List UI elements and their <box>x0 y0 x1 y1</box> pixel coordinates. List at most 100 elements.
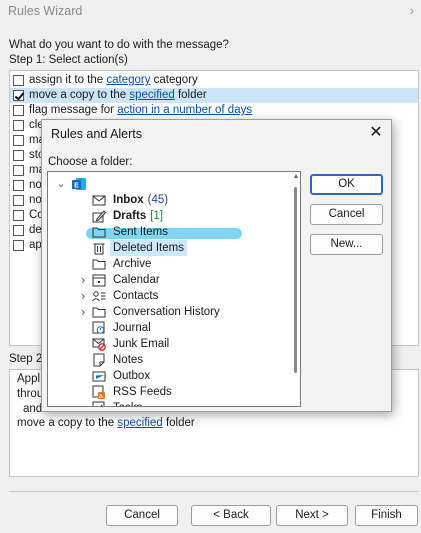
chevron-right-icon[interactable]: › <box>78 304 88 320</box>
svg-text:E: E <box>74 182 79 189</box>
folder-item[interactable]: Archive <box>48 256 288 272</box>
action-text: de <box>29 224 42 236</box>
folder-item[interactable]: Deleted Items <box>48 240 288 256</box>
action-checkbox[interactable] <box>13 195 24 206</box>
folder-item[interactable]: Outbox <box>48 368 288 384</box>
folder-item[interactable]: Journal <box>48 320 288 336</box>
action-item[interactable]: move a copy to the specified folder <box>10 88 418 103</box>
description-text: move a copy to the <box>17 417 118 429</box>
folder-item[interactable]: Tasks <box>48 400 288 406</box>
folder-name: Junk Email <box>113 338 170 350</box>
folder-icon <box>92 257 106 271</box>
folder-name: Sent Items <box>113 226 168 238</box>
unread-count: (45) <box>147 194 169 206</box>
chevron-right-icon[interactable]: › <box>78 288 88 304</box>
folder-name: Deleted Items <box>113 242 184 254</box>
folder-name: Drafts <box>113 210 147 222</box>
folder-item[interactable]: Junk Email <box>48 336 288 352</box>
calendar-icon <box>92 273 106 287</box>
action-label: flag message for action in a number of d… <box>29 103 252 118</box>
journal-icon <box>92 321 106 335</box>
action-checkbox[interactable] <box>13 210 24 221</box>
action-checkbox[interactable] <box>13 135 24 146</box>
action-checkbox[interactable] <box>13 75 24 86</box>
action-checkbox[interactable] <box>13 90 24 101</box>
folder-label: Archive <box>113 256 151 272</box>
folder-name: Conversation History <box>113 306 220 318</box>
chevron-right-icon[interactable]: › <box>78 272 88 288</box>
action-checkbox[interactable] <box>13 120 24 131</box>
mailbox-root[interactable]: ⌄ E <box>48 176 288 192</box>
trash-icon <box>92 241 106 255</box>
folder-item[interactable]: › Contacts <box>48 288 288 304</box>
folder-label: Outbox <box>113 368 150 384</box>
action-text: move a copy to the <box>29 89 130 101</box>
separator <box>9 491 419 492</box>
action-text: category <box>150 74 198 86</box>
finish-button[interactable]: Finish <box>355 505 418 526</box>
description-line-action: move a copy to the specified folder <box>17 417 195 429</box>
ok-button[interactable]: OK <box>310 174 383 195</box>
drafts-icon <box>92 209 107 223</box>
action-checkbox[interactable] <box>13 150 24 161</box>
scrollbar[interactable]: ▲ <box>292 173 300 405</box>
action-checkbox[interactable] <box>13 225 24 236</box>
folder-name: Notes <box>113 354 144 366</box>
action-text: folder <box>174 89 207 101</box>
folder-item[interactable]: Inbox (45) <box>48 192 288 208</box>
folder-name: Contacts <box>113 290 159 302</box>
folder-label: Notes <box>113 352 143 368</box>
folder-item[interactable]: › Conversation History <box>48 304 288 320</box>
description-line: throu <box>17 388 44 400</box>
folder-name: Outbox <box>113 370 151 382</box>
folder-name: Tasks <box>113 402 142 406</box>
choose-folder-dialog: Rules and Alerts ✕ Choose a folder: ⌄ E … <box>41 119 392 412</box>
action-text: flag message for <box>29 104 118 116</box>
action-link[interactable]: action in a number of days <box>117 104 252 116</box>
wizard-question: What do you want to do with the message? <box>9 39 229 51</box>
chevron-right-icon[interactable]: › <box>405 2 419 18</box>
folder-item[interactable]: Notes <box>48 352 288 368</box>
action-checkbox[interactable] <box>13 240 24 251</box>
folder-label: Junk Email <box>113 336 169 352</box>
folder-tree[interactable]: ⌄ E Inbox (45) Drafts [1] Sent Items Deleted … <box>47 171 301 407</box>
close-icon[interactable]: ✕ <box>368 124 384 142</box>
wizard-cancel-button[interactable]: Cancel <box>106 505 178 526</box>
folder-label: Inbox (45) <box>113 192 168 208</box>
step1-label: Step 1: Select action(s) <box>9 54 128 66</box>
junk-icon <box>92 337 106 351</box>
folder-item[interactable]: › Calendar <box>48 272 288 288</box>
folder-label: Calendar <box>113 272 160 288</box>
action-checkbox[interactable] <box>13 165 24 176</box>
outbox-icon <box>92 369 106 383</box>
description-text: folder <box>162 417 195 429</box>
action-link[interactable]: specified <box>129 89 174 101</box>
dialog-cancel-button[interactable]: Cancel <box>310 204 383 225</box>
folder-item[interactable]: Drafts [1] <box>48 208 288 224</box>
action-item[interactable]: assign it to the category category <box>10 73 418 88</box>
description-line: and <box>23 403 43 415</box>
scrollbar-thumb[interactable] <box>294 187 297 373</box>
back-button[interactable]: < Back <box>191 505 271 526</box>
folder-name: Inbox <box>113 194 144 206</box>
specified-folder-link[interactable]: specified <box>117 417 162 429</box>
action-checkbox[interactable] <box>13 105 24 116</box>
action-text: ap <box>29 239 42 251</box>
contacts-icon <box>92 289 106 303</box>
action-label: no <box>29 193 42 208</box>
folder-item[interactable]: Sent Items <box>48 224 288 240</box>
folder-name: Calendar <box>113 274 160 286</box>
dialog-title: Rules and Alerts <box>51 127 143 141</box>
folder-icon <box>92 305 106 319</box>
action-item[interactable]: flag message for action in a number of d… <box>10 103 418 118</box>
chevron-down-icon[interactable]: ⌄ <box>56 176 66 192</box>
action-link[interactable]: category <box>106 74 150 86</box>
wizard-title: Rules Wizard <box>8 4 83 18</box>
folder-item[interactable]: RSS Feeds <box>48 384 288 400</box>
outlook-icon: E <box>72 177 86 191</box>
scroll-up-icon[interactable]: ▲ <box>292 173 300 181</box>
action-checkbox[interactable] <box>13 180 24 191</box>
next-button[interactable]: Next > <box>276 505 348 526</box>
action-label: no <box>29 178 42 193</box>
new-folder-button[interactable]: New... <box>310 234 383 255</box>
